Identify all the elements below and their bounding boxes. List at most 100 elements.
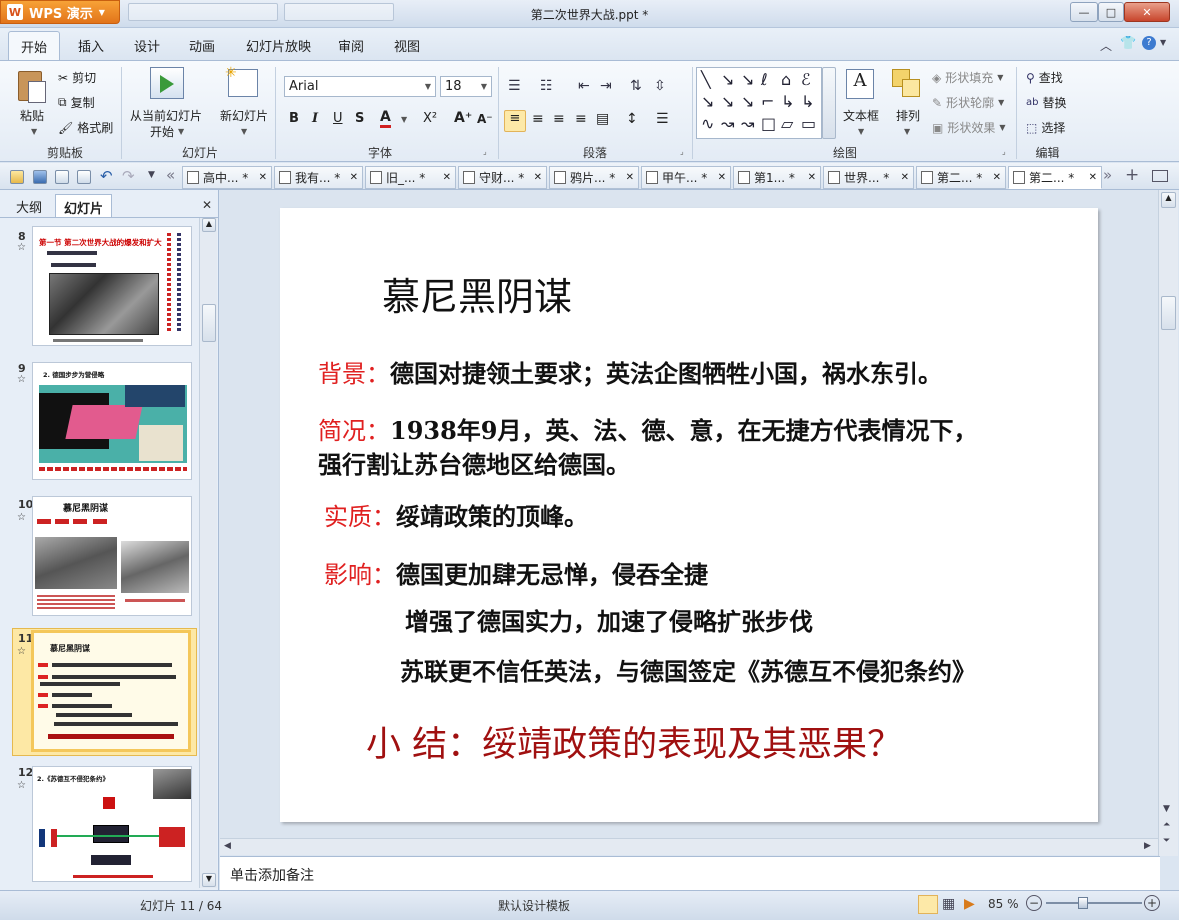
align-text-icon[interactable]: ⇳ (654, 78, 666, 94)
close-tab-icon[interactable]: ✕ (350, 172, 358, 183)
doc-tab[interactable]: 甲午... * ✕ (641, 166, 731, 189)
collapse-ribbon-icon[interactable]: ︿ (1100, 37, 1112, 54)
tab-home[interactable]: 开始 (8, 31, 61, 60)
impact-line-3[interactable]: 苏联更不信任英法，与德国签定《苏德互不侵犯条约》 (400, 652, 976, 687)
tab-design[interactable]: 设计 (134, 36, 160, 55)
shrink-font-button[interactable]: A⁻ (477, 112, 493, 126)
close-tab-icon[interactable]: ✕ (718, 172, 726, 183)
slide[interactable]: 慕尼黑阴谋 背景：德国对捷领土要求；英法企图牺牲小国，祸水东引。 简况：1938… (280, 208, 1098, 822)
close-tab-icon[interactable]: ✕ (259, 172, 267, 183)
cut-button[interactable]: ✂ 剪切 (58, 69, 96, 86)
close-tab-icon[interactable]: ✕ (808, 172, 816, 183)
bullets-icon[interactable]: ☰ (508, 78, 521, 94)
tab-insert[interactable]: 插入 (78, 36, 104, 55)
slide-thumbnail-10[interactable]: 慕尼黑阴谋 (32, 496, 192, 616)
new-slide-dropdown-icon[interactable]: ▼ (241, 127, 247, 136)
scroll-up-button[interactable]: ▲ (1161, 192, 1176, 208)
doc-tab[interactable]: 守财... * ✕ (458, 166, 547, 189)
italic-button[interactable]: I (312, 111, 318, 126)
tab-view[interactable]: 视图 (394, 36, 420, 55)
summary-question[interactable]: 小 结：绥靖政策的表现及其恶果？ (366, 716, 902, 767)
font-size-select[interactable]: 18 ▼ (440, 76, 492, 97)
copy-button[interactable]: ⧉ 复制 (58, 94, 95, 111)
tab-review[interactable]: 审阅 (338, 36, 364, 55)
shape-outline-button[interactable]: ✎ 形状轮廓 ▼ (932, 94, 1004, 111)
close-tab-icon[interactable]: ✕ (626, 172, 634, 183)
close-tab-icon[interactable]: ✕ (993, 172, 1001, 183)
help-dropdown-icon[interactable]: ▼ (1160, 38, 1166, 47)
slideshow-icon[interactable]: ▶ (964, 896, 975, 912)
zoom-out-button[interactable]: − (1026, 895, 1042, 911)
close-tab-icon[interactable]: ✕ (443, 172, 451, 183)
doc-tab[interactable]: 我有... * ✕ (274, 166, 363, 189)
increase-indent-icon[interactable]: ⇥ (600, 78, 612, 94)
new-tab-icon[interactable]: + (1125, 165, 1139, 185)
distribute-button[interactable]: ▤ (596, 111, 609, 127)
paragraph-spacing-button[interactable]: ☰ (656, 111, 669, 127)
slide-sorter-icon[interactable]: ▦ (942, 896, 955, 912)
align-left-button[interactable]: ≡ (504, 110, 526, 132)
scroll-thumb[interactable] (1161, 296, 1176, 330)
paste-button[interactable]: 粘贴 (20, 107, 44, 124)
doc-tab[interactable]: 世界... * ✕ (823, 166, 914, 189)
design-template-name[interactable]: 默认设计模板 (498, 897, 570, 914)
format-painter-button[interactable]: 🖌 格式刷 (58, 119, 113, 136)
impact-row[interactable]: 影响：德国更加肆无忌惮，侵吞全捷 (324, 555, 708, 590)
situation-line-2[interactable]: 强行割让苏台德地区给德国。 (318, 445, 630, 480)
close-panel-button[interactable]: ✕ (202, 198, 212, 212)
arrange-button[interactable]: 排列 (896, 107, 920, 124)
align-center-button[interactable]: ≡ (532, 111, 544, 127)
zoom-slider-thumb[interactable] (1078, 897, 1088, 909)
shapes-gallery-scroll[interactable] (822, 67, 836, 139)
paragraph-dialog-launcher-icon[interactable]: ⌟ (680, 147, 684, 156)
scroll-up-button[interactable]: ▲ (202, 218, 216, 232)
bold-button[interactable]: B (289, 111, 299, 126)
customize-toolbar-icon[interactable]: ▼ (148, 170, 155, 180)
shadow-button[interactable]: S (355, 111, 364, 126)
close-tab-icon[interactable]: ✕ (901, 172, 909, 183)
tab-list-icon[interactable] (1152, 170, 1168, 182)
line-spacing-button[interactable]: ↕ (626, 111, 638, 127)
slide-thumbnail-12[interactable]: 2.《苏德互不侵犯条约》 (32, 766, 192, 882)
zoom-in-button[interactable]: + (1144, 895, 1160, 911)
close-tab-icon[interactable]: ✕ (534, 172, 542, 183)
open-icon[interactable] (10, 170, 24, 184)
skin-icon[interactable]: 👕 (1120, 36, 1136, 51)
previous-slide-icon[interactable]: ⏶ (1163, 820, 1170, 830)
doc-tab[interactable]: 第二... * ✕ (916, 166, 1006, 189)
zoom-level[interactable]: 85 % (988, 897, 1019, 911)
help-icon[interactable]: ? (1142, 36, 1156, 50)
tab-slides[interactable]: 幻灯片 (55, 194, 113, 217)
minimize-button[interactable]: — (1070, 2, 1098, 22)
tab-outline[interactable]: 大纲 (8, 194, 50, 217)
textbox-button[interactable]: 文本框 (843, 107, 879, 124)
tab-slideshow[interactable]: 幻灯片放映 (246, 36, 311, 55)
play-from-current-button[interactable]: 从当前幻灯片 (130, 107, 202, 124)
font-dialog-launcher-icon[interactable]: ⌟ (483, 147, 487, 156)
notes-pane[interactable]: 单击添加备注 (220, 856, 1160, 890)
slide-thumbnail-9[interactable]: 2. 德国步步为营侵略 (32, 362, 192, 480)
slide-title[interactable]: 慕尼黑阴谋 (382, 266, 572, 321)
situation-row[interactable]: 简况：1938年9月，英、法、德、意，在无捷方代表情况下， (318, 411, 978, 446)
essence-row[interactable]: 实质：绥靖政策的顶峰。 (324, 497, 588, 532)
scroll-left-button[interactable]: ◀ (224, 841, 231, 851)
doc-tab[interactable]: 旧_... * ✕ (365, 166, 456, 189)
numbering-icon[interactable]: ☷ (540, 78, 553, 94)
scroll-down-button[interactable]: ▼ (202, 873, 216, 887)
font-name-select[interactable]: Arial ▼ (284, 76, 436, 97)
align-right-button[interactable]: ≡ (553, 111, 565, 127)
drawing-dialog-launcher-icon[interactable]: ⌟ (1002, 147, 1006, 156)
select-button[interactable]: ⬚ 选择 (1026, 119, 1065, 136)
doc-tab[interactable]: 鸦片... * ✕ (549, 166, 639, 189)
next-slide-icon[interactable]: ⏷ (1163, 836, 1170, 846)
slide-thumbnail-8[interactable]: 第一节 第二次世界大战的爆发和扩大 (32, 226, 192, 346)
scroll-tabs-right-icon[interactable]: » (1103, 166, 1112, 184)
doc-tab[interactable]: 第二... * ✕ (1008, 166, 1102, 189)
canvas-horizontal-scrollbar[interactable]: ◀ ▶ (220, 838, 1158, 855)
save-icon[interactable] (33, 170, 47, 184)
new-slide-button[interactable]: 新幻灯片 (220, 107, 268, 124)
print-preview-icon[interactable] (77, 170, 91, 184)
text-direction-icon[interactable]: ⇅ (630, 78, 642, 94)
paste-dropdown-icon[interactable]: ▼ (31, 127, 37, 136)
play-dropdown-icon[interactable]: ▼ (178, 127, 184, 136)
